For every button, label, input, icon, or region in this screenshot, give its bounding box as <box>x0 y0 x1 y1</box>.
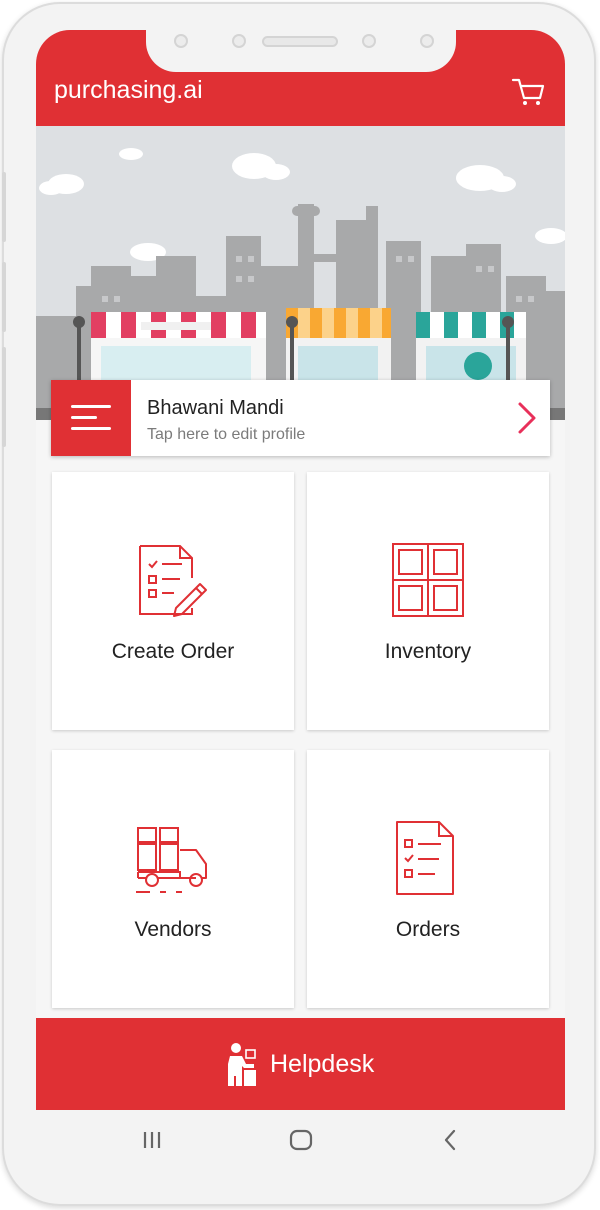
orders-list-icon <box>396 821 454 895</box>
speaker-grill <box>264 38 336 45</box>
sensor-icon <box>234 36 244 46</box>
menu-button[interactable] <box>51 380 131 456</box>
camera-icon <box>176 36 186 46</box>
vendors-label: Vendors <box>134 918 212 941</box>
inventory-icon <box>392 543 464 617</box>
profile-edit-hint: Tap here to edit profile <box>147 426 306 443</box>
home-icon[interactable] <box>286 1126 316 1156</box>
profile-name: Bhawani Mandi <box>147 397 284 419</box>
profile-card[interactable]: Bhawani Mandi Tap here to edit profile <box>51 380 550 456</box>
inventory-label: Inventory <box>384 640 472 663</box>
chevron-right-icon[interactable] <box>515 400 539 436</box>
phone-side-button <box>2 262 6 332</box>
back-icon[interactable] <box>436 1126 466 1156</box>
phone-side-button <box>2 172 6 242</box>
camera-icon <box>422 36 432 46</box>
helpdesk-person-icon <box>228 1043 256 1086</box>
store-banner-illustration <box>36 126 565 420</box>
orders-tile[interactable]: Orders <box>307 750 549 1008</box>
create-order-icon <box>139 545 207 617</box>
app-header: purchasing.ai <box>36 30 565 126</box>
phone-side-button <box>2 347 6 447</box>
phone-notch <box>146 30 456 72</box>
helpdesk-label: Helpdesk <box>270 1050 375 1078</box>
app-title: purchasing.ai <box>54 76 203 104</box>
create-order-tile[interactable]: Create Order <box>52 472 294 730</box>
create-order-label: Create Order <box>111 640 235 663</box>
cart-icon[interactable] <box>510 74 546 108</box>
vendors-tile[interactable]: Vendors <box>52 750 294 1008</box>
sensor-icon <box>364 36 374 46</box>
inventory-tile[interactable]: Inventory <box>307 472 549 730</box>
system-navigation-bar <box>36 1110 565 1172</box>
app-screen: purchasing.ai Bhawani Mandi Tap here to … <box>36 30 565 1110</box>
vendors-truck-icon <box>136 827 207 893</box>
helpdesk-button[interactable]: Helpdesk <box>36 1018 565 1110</box>
orders-label: Orders <box>395 918 461 941</box>
recents-icon[interactable] <box>138 1126 168 1156</box>
